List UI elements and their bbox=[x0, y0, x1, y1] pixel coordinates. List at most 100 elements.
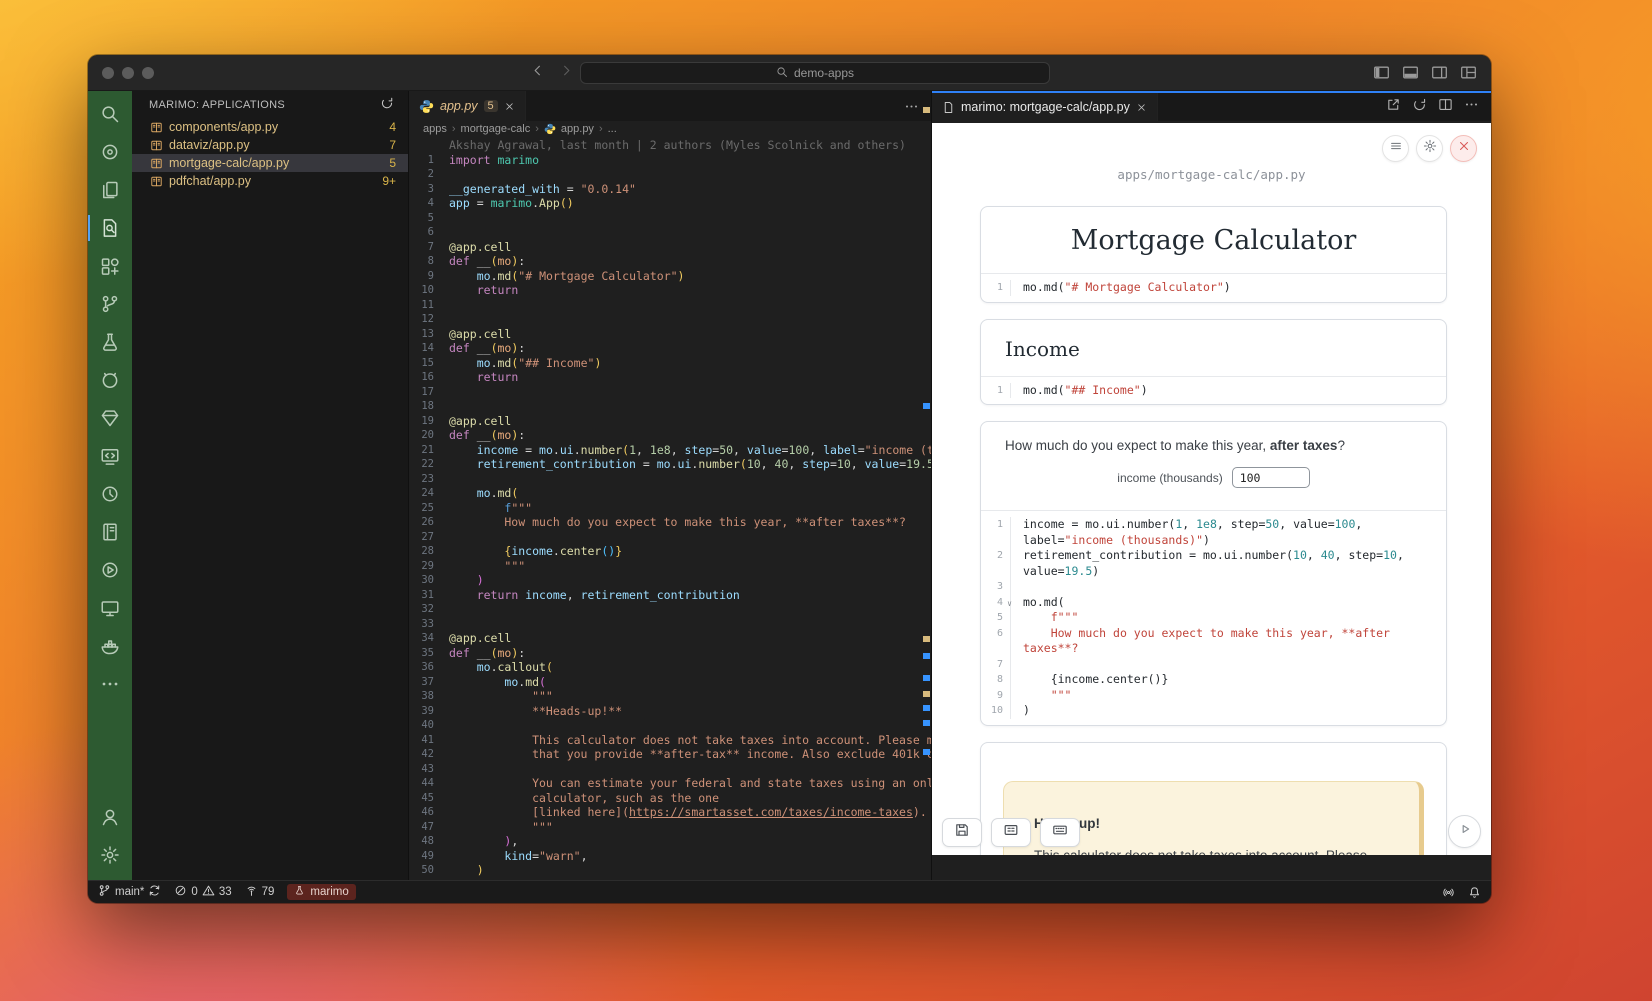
ports-icon bbox=[245, 884, 258, 900]
tab-marimo-preview[interactable]: marimo: mortgage-calc/app.py bbox=[932, 93, 1158, 121]
beaker-icon[interactable] bbox=[88, 323, 132, 361]
editor-actions-more-icon[interactable] bbox=[904, 91, 919, 121]
sidebar-item-components-app-py[interactable]: components/app.py4 bbox=[132, 118, 408, 136]
minimize-window-button[interactable] bbox=[122, 67, 134, 79]
notebook-menu-button[interactable] bbox=[1382, 135, 1409, 162]
save-notebook-button[interactable] bbox=[942, 818, 982, 847]
docker-icon[interactable] bbox=[88, 627, 132, 665]
more-actions-icon[interactable] bbox=[1464, 97, 1479, 117]
ruler-mark bbox=[923, 653, 930, 659]
cell-code[interactable]: 1mo.md("# Mortgage Calculator") bbox=[981, 273, 1446, 302]
close-window-button[interactable] bbox=[102, 67, 114, 79]
tab-app-py[interactable]: app.py 5 bbox=[409, 91, 526, 121]
desktop-wallpaper: demo-apps MARIMO: APPLICATIONS compo bbox=[0, 0, 1652, 1001]
sidebar-item-mortgage-calc-app-py[interactable]: mortgage-calc/app.py5 bbox=[132, 154, 408, 172]
code-line: 32 bbox=[409, 602, 931, 617]
code-line: 9 mo.md("# Mortgage Calculator") bbox=[409, 269, 931, 284]
cell-output-heading: Income bbox=[981, 320, 1446, 376]
income-input[interactable] bbox=[1232, 467, 1310, 488]
code-line: 49 kind="warn", bbox=[409, 849, 931, 864]
code-line: 18 bbox=[409, 399, 931, 414]
cells-panel-button[interactable] bbox=[991, 818, 1031, 847]
code-line: 42 that you provide **after-tax** income… bbox=[409, 747, 931, 762]
toggle-panel-icon[interactable] bbox=[1402, 64, 1419, 81]
code-editor[interactable]: Akshay Agrawal, last month | 2 authors (… bbox=[409, 137, 931, 880]
code-line: 7@app.cell bbox=[409, 240, 931, 255]
ruler-mark bbox=[923, 636, 930, 642]
remote-window-icon[interactable] bbox=[88, 437, 132, 475]
marimo-webview: apps/mortgage-calc/app.py Mortgage Calcu… bbox=[932, 123, 1491, 855]
refresh-icon[interactable] bbox=[380, 96, 394, 113]
play-icon bbox=[1457, 821, 1473, 842]
github-icon[interactable] bbox=[88, 361, 132, 399]
income-input-label: income (thousands) bbox=[1117, 471, 1222, 485]
gem-icon[interactable] bbox=[88, 399, 132, 437]
cell-code[interactable]: 1income = mo.ui.number(1, 1e8, step=50, … bbox=[981, 510, 1446, 725]
code-line: 20def __(mo): bbox=[409, 428, 931, 443]
breadcrumb-item[interactable]: app.py bbox=[561, 123, 594, 135]
problem-count-badge: 5 bbox=[389, 156, 396, 170]
nav-forward-icon[interactable] bbox=[559, 63, 574, 83]
bell-icon[interactable] bbox=[1468, 886, 1481, 899]
close-tab-icon[interactable] bbox=[1136, 102, 1147, 113]
run-notebook-button[interactable] bbox=[1448, 815, 1481, 848]
menu-icon bbox=[1389, 139, 1403, 158]
breadcrumb-item[interactable]: mortgage-calc bbox=[461, 123, 531, 135]
notebook-shutdown-button[interactable] bbox=[1450, 135, 1477, 162]
marimo-label: marimo bbox=[310, 886, 348, 898]
keyboard-shortcuts-button[interactable] bbox=[1040, 818, 1080, 847]
close-tab-icon[interactable] bbox=[504, 101, 515, 112]
file-search-icon[interactable] bbox=[88, 209, 132, 247]
clock-icon[interactable] bbox=[88, 475, 132, 513]
nav-back-icon[interactable] bbox=[530, 63, 545, 83]
keyboard-icon bbox=[1052, 822, 1068, 843]
customize-layout-icon[interactable] bbox=[1460, 64, 1477, 81]
cell-code[interactable]: 1mo.md("## Income") bbox=[981, 376, 1446, 405]
code-line: 26 How much do you expect to make this y… bbox=[409, 515, 931, 530]
sidebar: MARIMO: APPLICATIONS components/app.py4d… bbox=[132, 91, 408, 880]
toggle-secondary-sidebar-icon[interactable] bbox=[1431, 64, 1448, 81]
problem-count-badge: 4 bbox=[389, 120, 396, 134]
ports-count: 79 bbox=[262, 886, 275, 898]
zoom-window-button[interactable] bbox=[142, 67, 154, 79]
file-name: dataviz/app.py bbox=[169, 138, 383, 152]
run-icon[interactable] bbox=[88, 551, 132, 589]
sidebar-item-pdfchat-app-py[interactable]: pdfchat/app.py9+ bbox=[132, 172, 408, 190]
devices-icon[interactable] bbox=[88, 589, 132, 627]
breadcrumb[interactable]: apps›mortgage-calc›app.py›... bbox=[409, 121, 931, 137]
command-center-search[interactable]: demo-apps bbox=[580, 62, 1050, 84]
code-line: 30 ) bbox=[409, 573, 931, 588]
split-editor-icon[interactable] bbox=[1438, 97, 1453, 117]
chat-icon[interactable] bbox=[88, 133, 132, 171]
sidebar-item-dataviz-app-py[interactable]: dataviz/app.py7 bbox=[132, 136, 408, 154]
git-branch-icon[interactable] bbox=[88, 285, 132, 323]
status-marimo[interactable]: marimo bbox=[287, 884, 355, 900]
breadcrumb-item[interactable]: apps bbox=[423, 123, 447, 135]
more-icon[interactable] bbox=[88, 665, 132, 703]
window-controls bbox=[102, 67, 154, 79]
shapes-icon[interactable] bbox=[88, 247, 132, 285]
search-icon[interactable] bbox=[88, 95, 132, 133]
notebook-icon[interactable] bbox=[88, 513, 132, 551]
file-icon bbox=[942, 101, 955, 114]
broadcast-icon[interactable] bbox=[1442, 886, 1455, 899]
status-problems[interactable]: 0 33 bbox=[174, 884, 231, 900]
gear-icon[interactable] bbox=[88, 836, 132, 874]
ruler-mark bbox=[923, 675, 930, 681]
code-line: 12 bbox=[409, 312, 931, 327]
status-ports[interactable]: 79 bbox=[245, 884, 275, 900]
notebook-file-icon bbox=[150, 157, 163, 170]
close-icon bbox=[1457, 139, 1471, 158]
breadcrumb-item[interactable]: ... bbox=[608, 123, 617, 135]
code-line: 19@app.cell bbox=[409, 414, 931, 429]
toggle-primary-sidebar-icon[interactable] bbox=[1373, 64, 1390, 81]
reload-icon[interactable] bbox=[1412, 97, 1427, 117]
open-external-icon[interactable] bbox=[1386, 97, 1401, 117]
activity-bar bbox=[88, 91, 132, 880]
files-icon[interactable] bbox=[88, 171, 132, 209]
account-icon[interactable] bbox=[88, 798, 132, 836]
status-branch[interactable]: main* bbox=[98, 884, 161, 900]
tab-label: app.py bbox=[440, 99, 478, 113]
code-line: 46 [linked here](https://smartasset.com/… bbox=[409, 805, 931, 820]
notebook-settings-button[interactable] bbox=[1416, 135, 1443, 162]
